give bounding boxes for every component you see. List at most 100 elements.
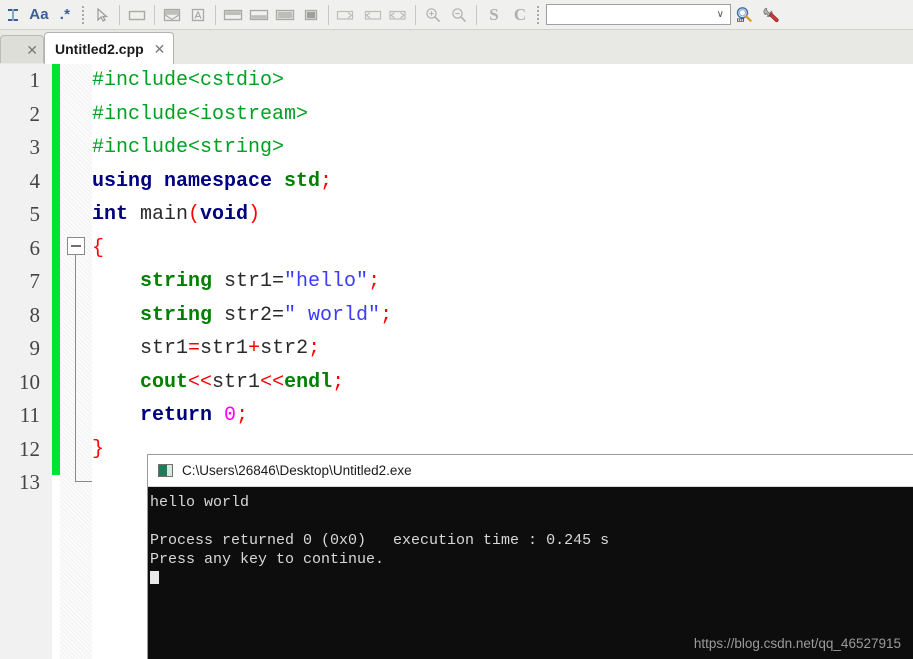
- code-token: }: [92, 437, 105, 461]
- code-line[interactable]: {: [92, 232, 913, 266]
- c-glyph-icon[interactable]: C: [507, 2, 533, 28]
- code-line[interactable]: using namespace std;: [92, 165, 913, 199]
- line-number: 6: [29, 235, 41, 260]
- match-case-label: Aa: [29, 6, 49, 23]
- code-token: =: [188, 337, 201, 360]
- console-window[interactable]: C:\Users\26846\Desktop\Untitled2.exe hel…: [148, 455, 913, 659]
- match-case-icon[interactable]: Aa: [26, 2, 52, 28]
- console-title-bar[interactable]: C:\Users\26846\Desktop\Untitled2.exe: [148, 455, 913, 487]
- rectangle-icon[interactable]: [124, 2, 150, 28]
- console-line: hello world: [150, 494, 250, 511]
- dock-filled-icon[interactable]: [298, 2, 324, 28]
- code-token: +: [248, 337, 261, 360]
- code-line[interactable]: string str1="hello";: [92, 265, 913, 299]
- code-fold-margin[interactable]: [60, 64, 92, 659]
- code-token: string: [140, 303, 213, 327]
- fold-toggle-icon[interactable]: [67, 237, 85, 255]
- ide-window: Aa .* S C ∨ ✕ Untitled2.cpp ✕ 1 2 3 4 5 …: [0, 0, 913, 659]
- code-token: main: [140, 203, 189, 226]
- code-token: str1: [200, 337, 249, 360]
- dock-full-icon[interactable]: [272, 2, 298, 28]
- regex-label: .*: [59, 6, 71, 23]
- code-token: #include<iostream>: [92, 102, 309, 126]
- toolbar-find-group: Aa .*: [0, 1, 78, 29]
- arrow-right-box-icon[interactable]: [333, 2, 359, 28]
- code-token: ;: [320, 169, 333, 193]
- tab-untitled2-cpp[interactable]: Untitled2.cpp ✕: [44, 32, 175, 64]
- code-token: ): [248, 203, 261, 226]
- code-line[interactable]: return 0;: [92, 399, 913, 433]
- code-token: ;: [368, 270, 381, 293]
- console-output: hello world Process returned 0 (0x0) exe…: [148, 487, 913, 659]
- zoom-out-icon[interactable]: [446, 2, 472, 28]
- watermark-text: https://blog.csdn.net/qq_46527915: [693, 636, 901, 651]
- line-number: 7: [29, 269, 41, 293]
- chevron-down-icon[interactable]: ∨: [717, 9, 724, 20]
- line-number-gutter: 1 2 3 4 5 6 7 8 9 10 11 12 13: [0, 64, 52, 659]
- line-number: 3: [29, 135, 41, 159]
- code-token: void: [200, 203, 249, 226]
- code-line[interactable]: string str2=" world";: [92, 299, 913, 333]
- code-token: "hello": [284, 270, 369, 293]
- line-number: 8: [29, 302, 41, 327]
- toolbar-separator-6: [476, 4, 477, 25]
- dock-bottom-icon[interactable]: [246, 2, 272, 28]
- code-token: str1: [92, 337, 189, 360]
- console-line: Press any key to continue.: [150, 551, 385, 568]
- zoom-in-icon[interactable]: [420, 2, 446, 28]
- wrench-icon[interactable]: [757, 2, 783, 28]
- dock-top-icon[interactable]: [220, 2, 246, 28]
- split-horizontal-icon[interactable]: [159, 2, 185, 28]
- search-combo-input[interactable]: ∨: [546, 4, 731, 25]
- code-token: <<: [188, 370, 213, 394]
- toolbar: Aa .* S C ∨: [0, 0, 913, 30]
- toolbar-separator-4: [328, 4, 329, 25]
- s-glyph-label: S: [489, 4, 499, 24]
- arrow-both-box-icon[interactable]: [385, 2, 411, 28]
- line-number: 9: [29, 336, 41, 360]
- toolbar-separator-3: [215, 4, 216, 25]
- code-line[interactable]: str1=str1+str2;: [92, 332, 913, 366]
- fold-range-line: [75, 255, 76, 482]
- line-number: 1: [29, 68, 41, 92]
- code-line[interactable]: #include<string>: [92, 131, 913, 165]
- code-line[interactable]: #include<cstdio>: [92, 64, 913, 98]
- code-token: " world": [284, 303, 381, 327]
- toolbar-grip-2[interactable]: [535, 3, 541, 26]
- search-magnifier-icon[interactable]: [731, 2, 757, 28]
- c-glyph-label: C: [513, 4, 527, 24]
- fold-range-end-tick: [75, 481, 92, 482]
- console-app-icon: [158, 464, 173, 477]
- code-token: ;: [236, 404, 249, 427]
- console-title-label: C:\Users\26846\Desktop\Untitled2.exe: [182, 463, 412, 478]
- modified-lines-bar: [52, 64, 60, 475]
- tab-label: Untitled2.cpp: [55, 40, 144, 57]
- close-icon[interactable]: ✕: [154, 42, 166, 56]
- toolbar-separator-2: [154, 4, 155, 25]
- pointer-icon[interactable]: [89, 2, 115, 28]
- s-glyph-icon[interactable]: S: [481, 2, 507, 28]
- tab-partial-left[interactable]: ✕: [0, 35, 44, 63]
- code-token: str2: [260, 337, 309, 360]
- code-token: using namespace: [92, 169, 285, 193]
- line-number: 10: [19, 369, 40, 394]
- regex-icon[interactable]: .*: [52, 2, 78, 28]
- line-number-list: 1 2 3 4 5 6 7 8 9 10 11 12 13: [0, 64, 44, 500]
- split-letter-icon[interactable]: [185, 2, 211, 28]
- code-line[interactable]: #include<iostream>: [92, 98, 913, 132]
- line-number: 2: [29, 101, 41, 126]
- toolbar-separator-1: [119, 4, 120, 25]
- close-icon[interactable]: ✕: [26, 43, 38, 57]
- code-token: return: [140, 404, 213, 427]
- code-token: #include<string>: [92, 136, 285, 159]
- code-line[interactable]: int main(void): [92, 198, 913, 232]
- text-cursor-icon[interactable]: [0, 2, 26, 28]
- arrow-left-box-icon[interactable]: [359, 2, 385, 28]
- code-line[interactable]: cout<<str1<<endl;: [92, 366, 913, 400]
- toolbar-grip-1[interactable]: [80, 3, 86, 26]
